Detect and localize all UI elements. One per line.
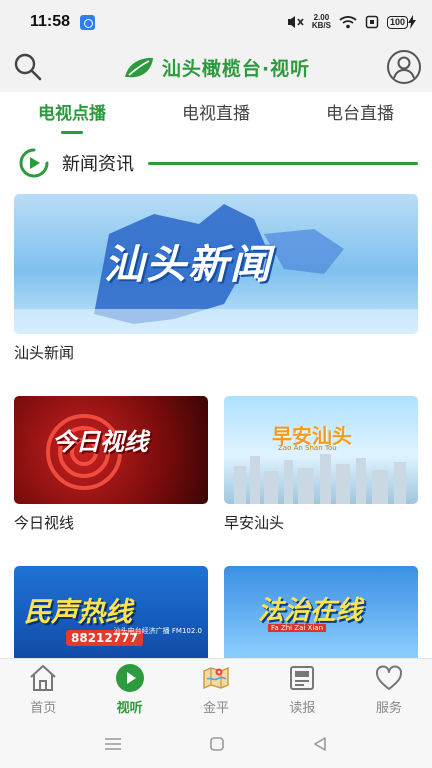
tab-tv-live[interactable]: 电视直播 xyxy=(144,92,288,136)
program-card-today-view[interactable]: 今日视线 今日视线 xyxy=(14,396,208,533)
program-list: 新闻资讯 汕头新闻 汕头新闻 今日视线 今日视线 早安汕头 Zao An Sha… xyxy=(0,136,432,658)
bottom-navigation: 首页 视听 金平 读报 服务 xyxy=(0,658,432,720)
tab-active-indicator xyxy=(61,131,83,134)
nav-home[interactable]: 首页 xyxy=(0,659,86,720)
program-thumbnail[interactable]: 早安汕头 Zao An Shan Tou xyxy=(224,396,418,504)
program-thumbnail-subtitle: Zao An Shan Tou xyxy=(278,444,337,452)
app-title-text: 汕头橄榄台·视听 xyxy=(161,58,311,80)
program-thumbnail-title: 今日视线 xyxy=(52,428,148,456)
olive-leaf-logo-icon xyxy=(124,57,153,77)
nav-label: 读报 xyxy=(289,701,316,716)
nav-newspaper[interactable]: 读报 xyxy=(259,659,345,720)
network-speed-unit: KB/S xyxy=(311,21,331,30)
mute-icon xyxy=(287,16,304,28)
status-time: 11:58 xyxy=(30,13,71,30)
status-bar: 11:58 2.00 KB/S 100 xyxy=(0,0,432,44)
program-card-shantou-news[interactable]: 汕头新闻 汕头新闻 xyxy=(14,194,418,363)
program-thumbnail-subtitle: Fa Zhi Zai Xian xyxy=(268,624,327,632)
tab-label: 电台直播 xyxy=(326,104,394,124)
nav-jinping[interactable]: 金平 xyxy=(173,659,259,720)
user-avatar-icon[interactable] xyxy=(386,49,422,85)
program-thumbnail-title: 汕头新闻 xyxy=(104,242,272,288)
home-icon xyxy=(30,665,56,691)
nav-label: 金平 xyxy=(203,701,230,716)
tab-label: 电视点播 xyxy=(38,104,106,124)
news-play-icon xyxy=(19,148,49,178)
app-title: 汕头橄榄台·视听 xyxy=(0,54,432,81)
play-icon xyxy=(115,664,144,692)
menu-icon[interactable] xyxy=(104,736,122,752)
battery-level: 100 xyxy=(386,15,408,29)
network-speed: 2.00 KB/S xyxy=(312,14,331,30)
system-navigation-bar xyxy=(0,720,432,768)
notification-app-icon xyxy=(80,14,96,30)
section-divider xyxy=(148,161,418,165)
program-thumbnail[interactable]: 汕头新闻 xyxy=(14,194,418,334)
wifi-icon xyxy=(339,16,357,29)
program-thumbnail[interactable]: 民声热线 88212777 汕头电台经济广播 FM102.0 xyxy=(14,566,208,658)
newspaper-icon xyxy=(290,666,315,690)
battery-indicator: 100 xyxy=(386,15,416,29)
charging-icon xyxy=(408,15,416,29)
nav-service[interactable]: 服务 xyxy=(346,659,432,720)
program-thumbnail-station: 汕头电台经济广播 FM102.0 xyxy=(113,627,202,635)
app-header: 汕头橄榄台·视听 xyxy=(0,44,432,92)
program-title: 汕头新闻 xyxy=(14,344,75,362)
home-button-icon[interactable] xyxy=(209,736,225,752)
tab-tv-vod[interactable]: 电视点播 xyxy=(0,92,144,136)
program-thumbnail[interactable]: 法治在线 Fa Zhi Zai Xian xyxy=(224,566,418,658)
program-card-public-hotline[interactable]: 民声热线 88212777 汕头电台经济广播 FM102.0 xyxy=(14,566,208,658)
nav-label: 视听 xyxy=(116,701,143,716)
nav-label: 首页 xyxy=(30,701,57,716)
nav-media[interactable]: 视听 xyxy=(86,659,172,720)
program-thumbnail-title: 民声热线 xyxy=(24,597,132,628)
tab-label: 电视直播 xyxy=(182,104,250,124)
back-icon[interactable] xyxy=(312,736,328,752)
section-header: 新闻资讯 xyxy=(18,146,418,180)
program-card-good-morning[interactable]: 早安汕头 Zao An Shan Tou 早安汕头 xyxy=(224,396,418,533)
content-tabs: 电视点播 电视直播 电台直播 xyxy=(0,92,432,136)
status-indicators: 2.00 KB/S 100 xyxy=(286,14,416,30)
section-title: 新闻资讯 xyxy=(62,154,134,175)
map-icon xyxy=(203,666,229,690)
program-thumbnail[interactable]: 今日视线 xyxy=(14,396,208,504)
tab-radio-live[interactable]: 电台直播 xyxy=(288,92,432,136)
sim-icon xyxy=(365,15,379,29)
nav-label: 服务 xyxy=(375,701,402,716)
heart-icon xyxy=(375,665,402,690)
program-thumbnail-title: 法治在线 xyxy=(258,596,363,626)
program-title: 早安汕头 xyxy=(224,514,285,532)
program-title: 今日视线 xyxy=(14,514,75,532)
program-card-law-online[interactable]: 法治在线 Fa Zhi Zai Xian xyxy=(224,566,418,658)
